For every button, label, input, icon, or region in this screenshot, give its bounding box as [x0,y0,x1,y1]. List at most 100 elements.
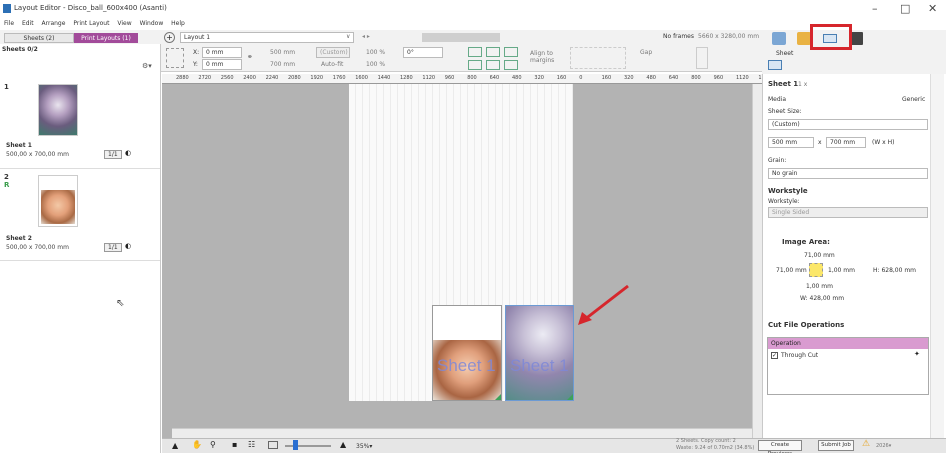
menu-window[interactable]: Window [140,18,164,30]
sheet-tab-icon[interactable] [768,60,782,70]
layout-select[interactable]: Layout 1 [180,32,354,43]
align-bottom-icon[interactable] [504,47,518,57]
align-top-icon[interactable] [468,47,482,57]
menu-file[interactable]: File [4,18,14,30]
tab-sheets[interactable]: Sheets (2) [4,33,74,43]
menu-arrange[interactable]: Arrange [42,18,66,30]
job-icon[interactable] [772,32,786,45]
close-button[interactable]: ✕ [928,2,937,15]
align-right-icon[interactable] [504,60,518,70]
margin-top[interactable]: 71,00 mm [804,252,835,259]
maximize-button[interactable]: □ [900,2,910,15]
ruler-tick-label: 960 [713,75,724,81]
menu-print-layout[interactable]: Print Layout [73,18,109,30]
size-preset-select[interactable]: (Custom) [316,47,350,58]
ruler-tick-label: 1760 [332,75,346,81]
tab-print-layouts[interactable]: Print Layouts (1) [74,33,138,43]
autofit-checkbox[interactable]: Auto-fit [321,61,343,68]
sheet-thumbnail[interactable] [38,84,78,136]
rotation-select[interactable]: 0° [403,47,443,58]
align-left-icon[interactable] [468,60,482,70]
y-position-field[interactable]: 0 mm [202,59,242,70]
child-photo [41,190,75,224]
x-label: X: [193,49,200,56]
height-field[interactable]: 700 mm [270,61,295,68]
times-label: x [818,139,822,146]
ruler-tick-label: 480 [646,75,656,81]
inspector-scrollbar[interactable] [930,74,944,438]
y-label: Y: [193,61,198,68]
pan-tool-icon[interactable]: ✋ [192,440,202,449]
grain-select[interactable]: No grain [768,168,928,179]
inspector-count: 1 x [798,81,808,88]
vertical-scrollbar[interactable] [752,84,762,438]
refresh-icon[interactable]: ◐ [125,149,131,157]
marker-tool-icon[interactable]: ▪ [232,440,237,449]
corner-marker-icon [567,394,573,400]
through-cut-checkbox[interactable]: ✓ [771,352,778,359]
margin-right[interactable]: 1,00 mm [828,267,855,274]
waste-status: Waste: 9.24 of 0.70m2 (34.8%) [676,445,755,451]
ruler-tick-label: 1120 [736,75,749,81]
sheet-name: Sheet 1 [6,142,32,149]
scale-y-field[interactable]: 100 % [366,61,385,68]
gear-icon[interactable]: ⚙▾ [142,62,152,70]
minimize-button[interactable]: – [872,2,878,15]
device-icon[interactable] [851,32,863,45]
ruler-tick-label: 160 [601,75,612,81]
window-title: Layout Editor - Disco_ball_600x400 (Asan… [14,4,167,12]
copy-badge[interactable]: 1/1 [104,243,122,252]
gap-checkbox[interactable]: Gap [640,49,652,56]
refresh-icon[interactable]: ◐ [125,242,131,250]
nav-arrows-icon[interactable]: ◂ ▸ [362,33,370,40]
sheet-1-placement[interactable] [432,305,502,401]
workstyle-select[interactable]: Single Sided [768,207,928,218]
submit-job-button[interactable]: Submit Job [818,440,854,451]
pointer-tool-icon[interactable]: ▲ [172,441,178,450]
layout-dimensions: 5660 x 3280,00 mm [698,33,760,40]
ruler-tick-label: 0 [579,75,583,81]
align-middle-icon[interactable] [486,47,500,57]
menu-edit[interactable]: Edit [22,18,34,30]
ruler-tick-label: 2080 [288,75,301,81]
ruler-tick-label: 1920 [310,75,324,81]
warning-icon[interactable]: ⚠ [862,439,870,449]
add-layout-icon[interactable]: + [164,32,175,43]
workstyle-header: Workstyle [768,187,808,195]
sheet-name: Sheet 2 [6,235,32,242]
sheet-width-field[interactable]: 500 mm [768,137,814,148]
color-icon[interactable] [797,32,811,45]
fit-page-icon[interactable] [268,441,278,449]
zoom-slider[interactable] [285,445,331,447]
sheet-2-placement[interactable] [505,305,574,401]
copy-badge[interactable]: 1/1 [104,150,122,159]
warning-count[interactable]: 2026▾ [876,443,891,449]
width-field[interactable]: 500 mm [270,49,295,56]
align-center-icon[interactable] [486,60,500,70]
origin-grid-icon[interactable] [166,48,184,68]
menu-view[interactable]: View [117,18,131,30]
sheet-thumbnail[interactable] [38,175,78,227]
margin-bottom[interactable]: 1,00 mm [806,283,833,290]
horizontal-ruler: 2880 2720 2560 2400 2240 2080 1920 1760 1600 1440… [162,74,762,84]
zoom-tool-icon[interactable]: ⚲ [210,440,216,449]
x-position-field[interactable]: 0 mm [202,47,242,58]
create-previews-button[interactable]: Create Previews [758,440,802,453]
sheet-size: 500,00 x 700,00 mm [6,151,69,158]
align-margins-checkbox[interactable]: Align to margins [530,50,564,64]
sheet-size-select[interactable]: (Custom) [768,119,928,130]
zoom-in-icon[interactable]: ▲ [340,440,346,449]
menu-help[interactable]: Help [171,18,185,30]
settings-tool-icon[interactable]: ☷ [248,440,255,449]
zoom-level[interactable]: 35%▾ [356,443,372,450]
sheet-number: 2 [4,173,9,181]
margin-left[interactable]: 71,00 mm [776,267,807,274]
zoom-slider-handle[interactable] [293,440,298,450]
horizontal-scrollbar[interactable] [172,428,752,438]
cut-tool-icon[interactable]: ✦ [914,350,920,358]
corner-marker-icon [495,394,501,400]
link-icon[interactable]: ⚭ [247,53,253,61]
gap-field[interactable] [696,47,708,69]
sheet-height-field[interactable]: 700 mm [826,137,866,148]
scale-x-field[interactable]: 100 % [366,49,385,56]
